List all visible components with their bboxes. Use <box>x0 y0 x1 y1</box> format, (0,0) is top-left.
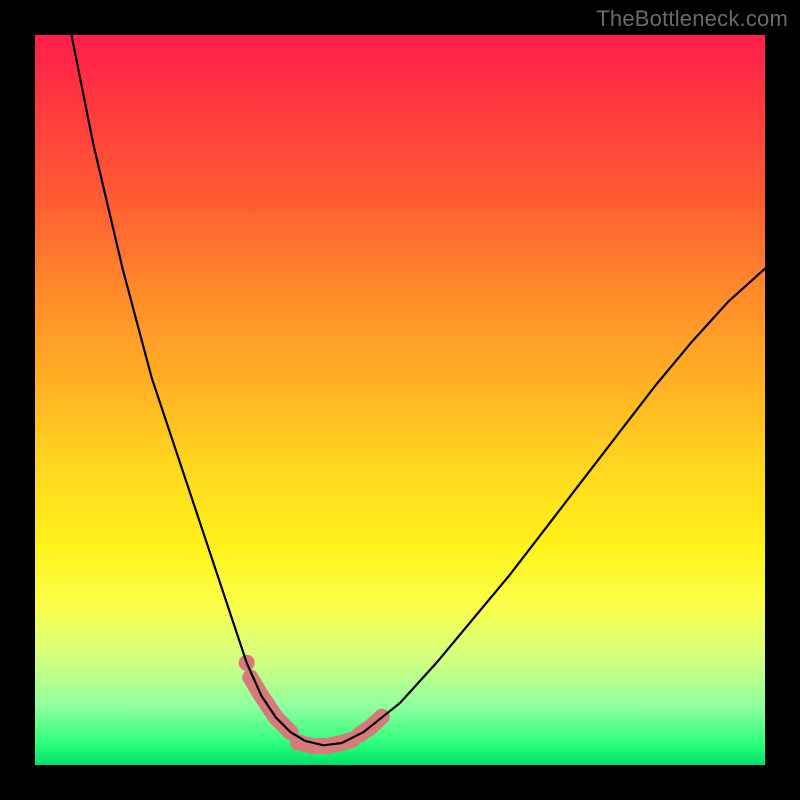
watermark-text: TheBottleneck.com <box>596 6 788 32</box>
curve-line <box>72 35 766 745</box>
chart-svg <box>35 35 765 765</box>
chart-frame: TheBottleneck.com <box>0 0 800 800</box>
highlight-group <box>239 655 382 746</box>
plot-area <box>35 35 765 765</box>
